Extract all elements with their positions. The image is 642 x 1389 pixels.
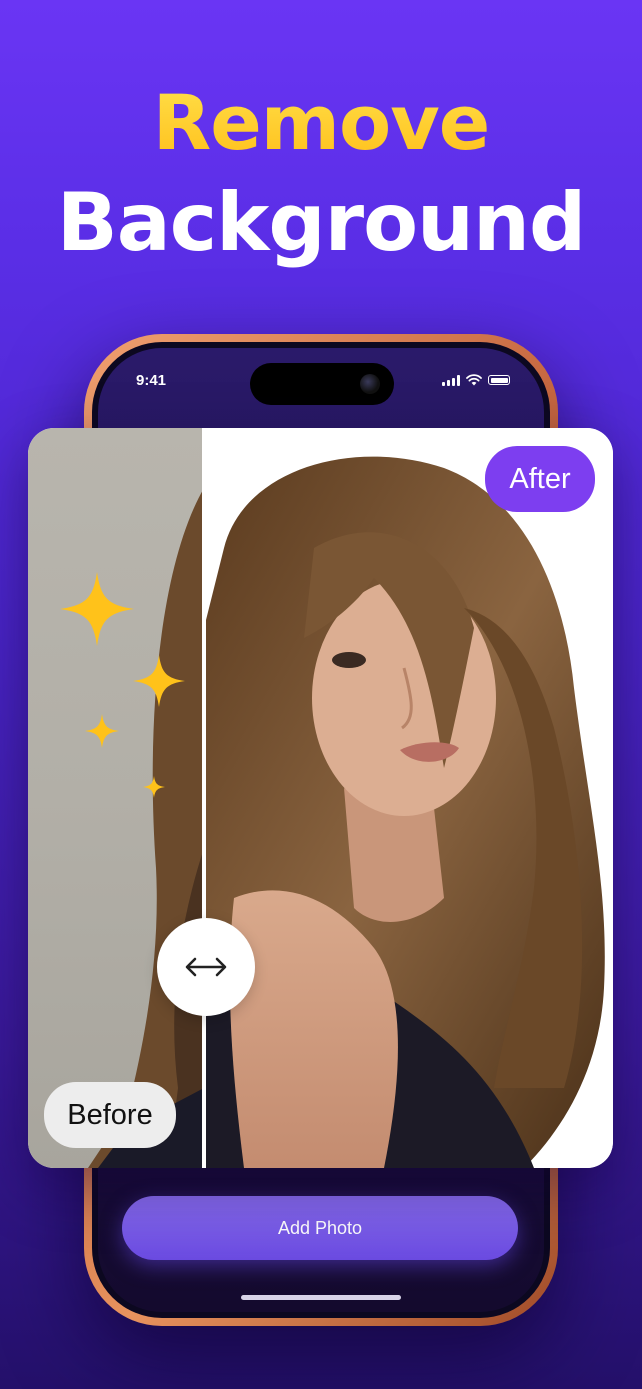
cellular-signal-icon	[442, 374, 460, 386]
status-time: 9:41	[136, 372, 167, 389]
headline-background: Background	[56, 176, 586, 269]
comparison-slider-handle[interactable]	[157, 918, 255, 1016]
comparison-divider[interactable]	[202, 428, 206, 1168]
sparkle-icon	[133, 655, 185, 707]
headline-remove: Remove	[0, 78, 642, 167]
after-photo-pane	[204, 428, 613, 1168]
home-indicator[interactable]	[241, 1295, 401, 1300]
left-right-arrow-icon	[185, 957, 227, 977]
sparkle-icon	[143, 776, 165, 798]
add-photo-button[interactable]: Add Photo	[122, 1196, 518, 1260]
sparkle-icon	[60, 572, 134, 646]
front-camera-icon	[360, 374, 380, 394]
battery-icon	[488, 375, 510, 385]
before-photo	[88, 488, 204, 1168]
before-label: Before	[44, 1082, 176, 1148]
after-label: After	[485, 446, 595, 512]
before-photo-pane	[28, 428, 204, 1168]
after-photo	[204, 456, 605, 1168]
status-icons	[442, 374, 510, 386]
wifi-icon	[466, 374, 482, 386]
dynamic-island	[250, 363, 394, 405]
before-after-comparison[interactable]: After Before	[28, 428, 613, 1168]
sparkle-icon	[85, 714, 119, 748]
